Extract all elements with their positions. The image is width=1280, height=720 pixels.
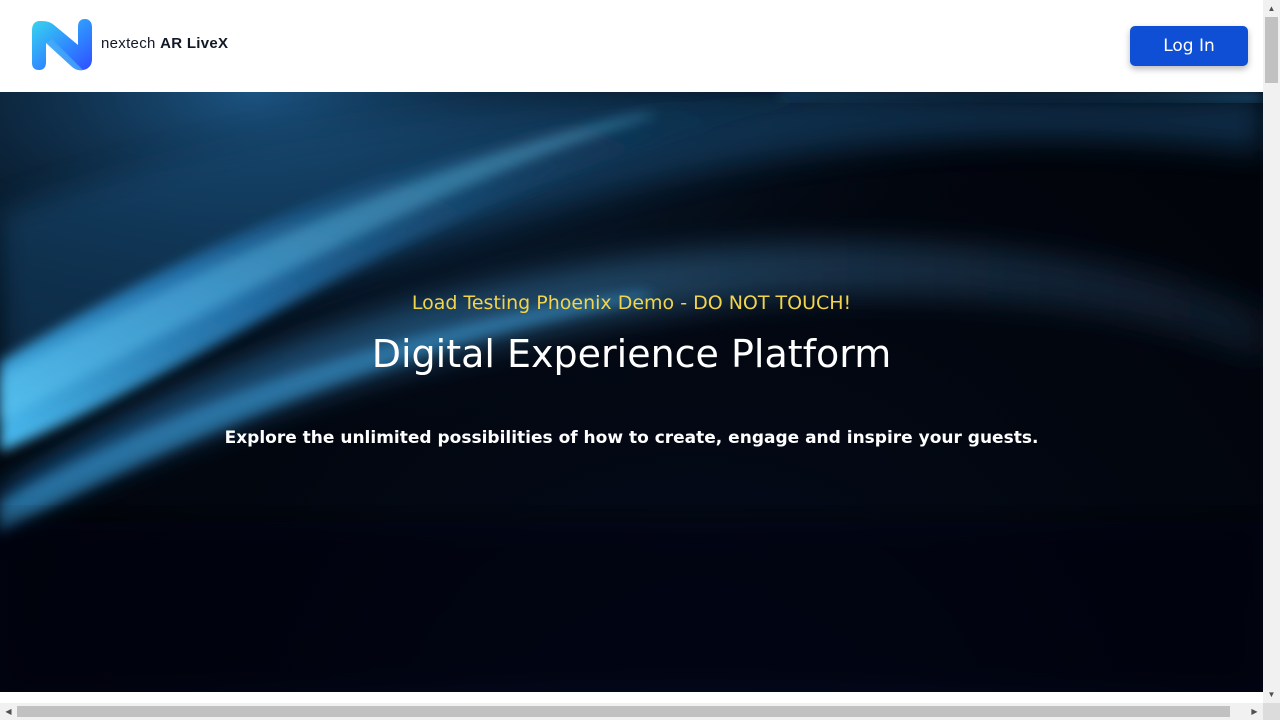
horizontal-scroll-thumb[interactable]	[17, 706, 1230, 717]
site-header: nextech AR LiveX Log In	[0, 0, 1263, 92]
hero-title: Digital Experience Platform	[371, 332, 892, 376]
log-in-button[interactable]: Log In	[1130, 26, 1248, 66]
page: nextech AR LiveX Log In Load Testing Pho…	[0, 0, 1263, 703]
horizontal-scrollbar[interactable]: ◀ ▶	[0, 703, 1263, 720]
brand-product: AR LiveX	[160, 35, 229, 52]
hero-subtitle: Explore the unlimited possibilities of h…	[224, 428, 1039, 448]
hero-tagline: Load Testing Phoenix Demo - DO NOT TOUCH…	[411, 292, 852, 314]
scroll-right-arrow-icon[interactable]: ▶	[1246, 703, 1263, 720]
hero-banner: Load Testing Phoenix Demo - DO NOT TOUCH…	[0, 92, 1263, 692]
scrollbar-corner	[1263, 703, 1280, 720]
nextech-logo-icon[interactable]	[32, 17, 92, 71]
page-bottom-edge	[0, 692, 1263, 703]
scroll-down-arrow-icon[interactable]: ▼	[1263, 686, 1280, 703]
scroll-left-arrow-icon[interactable]: ◀	[0, 703, 17, 720]
vertical-scroll-thumb[interactable]	[1265, 17, 1278, 83]
brand-name[interactable]: nextech AR LiveX	[101, 35, 228, 52]
vertical-scrollbar[interactable]: ▲ ▼	[1263, 0, 1280, 703]
scroll-up-arrow-icon[interactable]: ▲	[1263, 0, 1280, 17]
hero-content: Load Testing Phoenix Demo - DO NOT TOUCH…	[0, 92, 1263, 692]
brand-prefix: nextech	[101, 35, 156, 52]
